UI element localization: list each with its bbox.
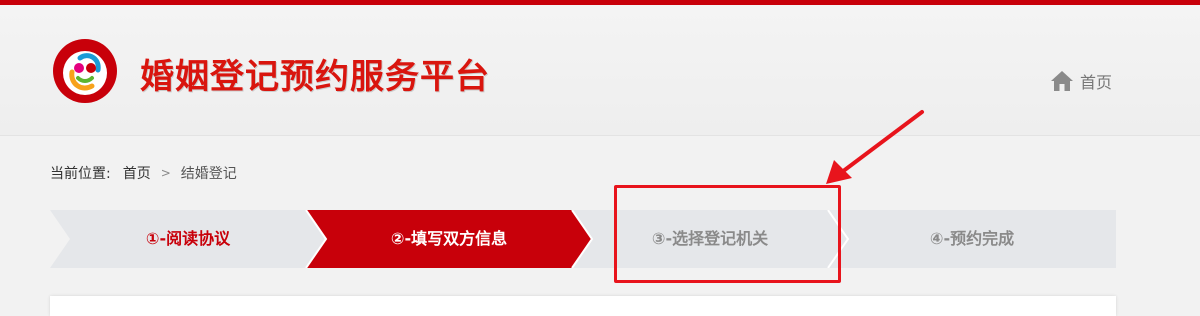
step-fill-info[interactable]: ②-填写双方信息 — [306, 210, 592, 268]
annotation-highlight-box — [614, 185, 841, 283]
home-link-label: 首页 — [1080, 73, 1113, 92]
step-progress: ①-阅读协议 ②-填写双方信息 ③-选择登记机关 ④-预约完成 — [50, 210, 1116, 268]
breadcrumb: 当前位置: 首页 > 结婚登记 — [50, 163, 237, 183]
step-complete[interactable]: ④-预约完成 — [828, 210, 1116, 268]
content-card — [50, 296, 1116, 316]
breadcrumb-prefix: 当前位置: — [50, 166, 111, 182]
breadcrumb-separator: > — [160, 166, 171, 180]
home-icon — [1051, 71, 1073, 91]
home-link[interactable]: 首页 — [1050, 69, 1112, 93]
breadcrumb-home-link[interactable]: 首页 — [123, 163, 151, 183]
site-title: 婚姻登记预约服务平台 — [140, 57, 490, 97]
site-header: 婚姻登记预约服务平台 首页 — [0, 5, 1200, 136]
step-read-agreement[interactable]: ①-阅读协议 — [50, 210, 326, 268]
marriage-logo-icon[interactable] — [52, 38, 118, 104]
breadcrumb-current: 结婚登记 — [180, 166, 237, 182]
